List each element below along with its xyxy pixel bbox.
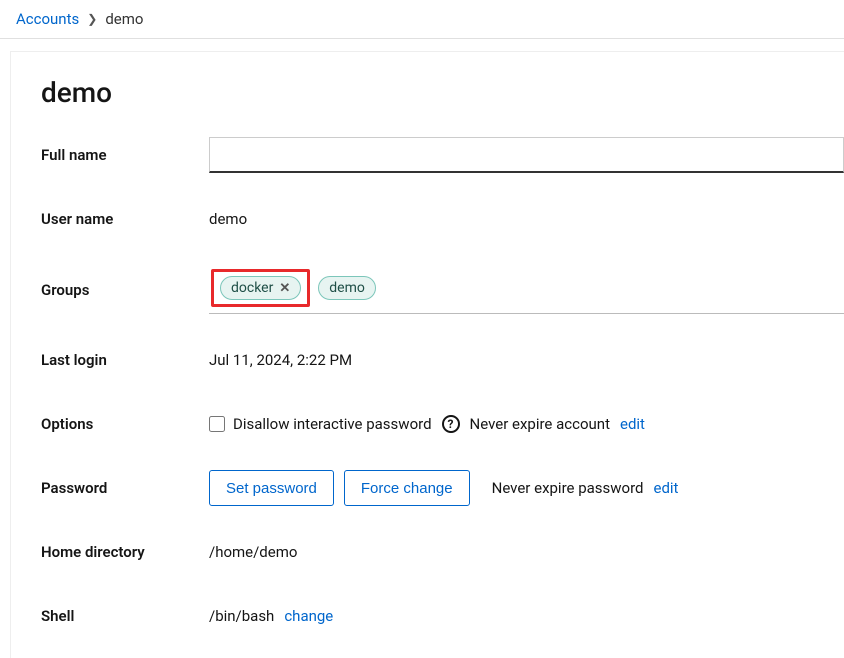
disallow-password-label: Disallow interactive password — [233, 415, 432, 433]
home-directory-label: Home directory — [41, 543, 209, 561]
shell-change-link[interactable]: change — [284, 607, 333, 625]
password-label: Password — [41, 479, 209, 497]
password-status-text: Never expire password — [492, 479, 644, 497]
disallow-password-checkbox-wrap[interactable]: Disallow interactive password — [209, 415, 432, 433]
user-name-value: demo — [209, 210, 247, 228]
account-detail-page: demo Full name User name demo Groups doc… — [10, 51, 844, 658]
last-login-label: Last login — [41, 351, 209, 369]
breadcrumb-current: demo — [105, 10, 143, 28]
groups-row: Groups docker ✕ demo — [41, 265, 844, 314]
group-chip-docker[interactable]: docker ✕ — [220, 276, 301, 300]
full-name-row: Full name — [41, 137, 844, 173]
password-row: Password Set password Force change Never… — [41, 470, 844, 506]
full-name-label: Full name — [41, 146, 209, 164]
groups-label: Groups — [41, 281, 209, 299]
user-name-row: User name demo — [41, 201, 844, 237]
shell-row: Shell /bin/bash change — [41, 598, 844, 634]
last-login-row: Last login Jul 11, 2024, 2:22 PM — [41, 342, 844, 378]
breadcrumb-accounts-link[interactable]: Accounts — [16, 10, 79, 28]
group-chip-label: demo — [329, 280, 365, 296]
breadcrumb: Accounts ❯ demo — [0, 0, 844, 39]
group-chip-label: docker — [231, 280, 273, 296]
user-name-label: User name — [41, 210, 209, 228]
force-change-button[interactable]: Force change — [344, 470, 470, 506]
close-icon[interactable]: ✕ — [279, 282, 290, 295]
full-name-input[interactable] — [209, 137, 844, 173]
password-edit-link[interactable]: edit — [654, 479, 679, 497]
highlight-annotation: docker ✕ — [211, 269, 310, 307]
never-expire-account-text: Never expire account — [470, 415, 610, 433]
home-directory-value: /home/demo — [209, 543, 297, 561]
last-login-value: Jul 11, 2024, 2:22 PM — [209, 351, 352, 369]
group-chip-demo[interactable]: demo — [318, 276, 376, 300]
page-title: demo — [41, 76, 844, 109]
options-label: Options — [41, 415, 209, 433]
options-row: Options Disallow interactive password ? … — [41, 406, 844, 442]
help-icon[interactable]: ? — [442, 415, 460, 433]
chevron-right-icon: ❯ — [87, 12, 97, 26]
options-edit-link[interactable]: edit — [620, 415, 645, 433]
set-password-button[interactable]: Set password — [209, 470, 334, 506]
disallow-password-checkbox[interactable] — [209, 416, 225, 432]
shell-value: /bin/bash — [209, 607, 274, 625]
home-directory-row: Home directory /home/demo — [41, 534, 844, 570]
shell-label: Shell — [41, 607, 209, 625]
groups-input[interactable]: docker ✕ demo — [209, 265, 844, 314]
